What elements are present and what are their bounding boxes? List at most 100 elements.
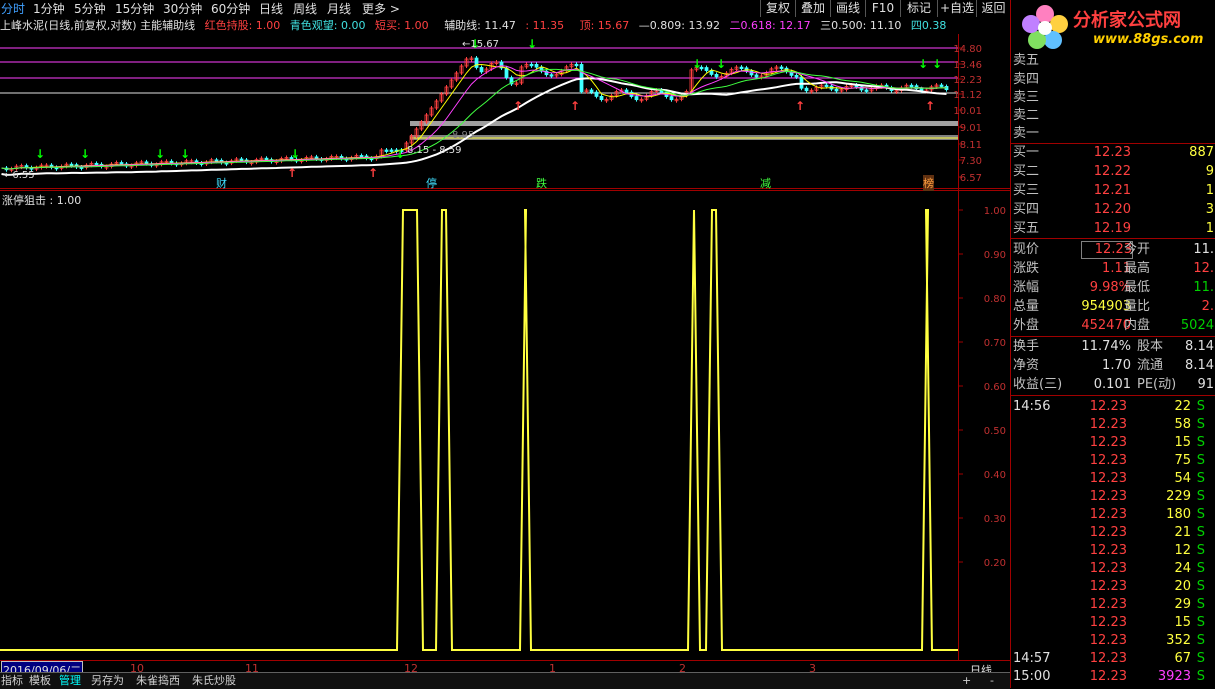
tick-price: 12.23 bbox=[1089, 579, 1127, 594]
price-axis-label: 9.01 bbox=[960, 123, 982, 134]
stats-row-eps: 收益(三) 0.101 PE(动) 91 bbox=[1011, 376, 1215, 394]
kline-chart[interactable]: ↓ ↓ ↓ ↓ ↓ ↓↓ ↓↓ ↓ ↓ ↓↑ ↑↑ ↑ ↑ ↑ 14.8013.4612.2311.121… bbox=[0, 0, 1010, 688]
tick-price: 12.23 bbox=[1089, 525, 1127, 540]
bid-volume: 3 bbox=[1205, 202, 1214, 217]
bid-price: 12.21 bbox=[1093, 183, 1131, 198]
tick-price: 12.23 bbox=[1089, 417, 1127, 432]
low-value: 6.55 bbox=[12, 170, 35, 181]
quote-label: 最低 bbox=[1124, 280, 1151, 295]
low-annotation: ←6.55 bbox=[4, 170, 35, 181]
tick-side: S bbox=[1196, 633, 1205, 648]
candle bbox=[864, 89, 869, 92]
bid-row-2[interactable]: 买二 12.22 9 bbox=[1011, 163, 1215, 181]
bid-row-5[interactable]: 买五 12.19 1 bbox=[1011, 220, 1215, 238]
tab-manage[interactable]: 管理 bbox=[59, 674, 81, 688]
total-shares: 8.14 bbox=[1185, 339, 1214, 354]
event-tag-board[interactable]: 榜 bbox=[923, 175, 934, 191]
tick-time: 14:57 bbox=[1013, 651, 1051, 666]
tick-side: S bbox=[1196, 597, 1205, 612]
buy-signal-icon: ↓ bbox=[692, 57, 702, 71]
candle bbox=[799, 76, 804, 89]
buy-signal-icon: ↓ bbox=[932, 57, 942, 71]
candle bbox=[264, 157, 269, 161]
event-tag-reduce[interactable]: 减 bbox=[760, 175, 771, 191]
quote-label: 最高 bbox=[1124, 261, 1151, 276]
turnover-rate: 11.74% bbox=[1081, 339, 1131, 354]
tick-side: S bbox=[1196, 579, 1205, 594]
ask-row-5[interactable]: 卖五 bbox=[1011, 52, 1215, 70]
tick-row: 14:56 12.23 22 S bbox=[1011, 398, 1215, 416]
tab-formula-2[interactable]: 朱氏炒股 bbox=[192, 674, 236, 688]
quote-label: 涨幅 bbox=[1013, 280, 1040, 295]
buy-signal-icon: ↓ bbox=[395, 147, 405, 161]
candle bbox=[939, 84, 944, 87]
tick-volume: 12 bbox=[1174, 543, 1191, 558]
bid-label: 买四 bbox=[1013, 202, 1040, 217]
volume-ratio: 2. bbox=[1201, 299, 1214, 314]
ask-row-2[interactable]: 卖二 bbox=[1011, 107, 1215, 125]
candle bbox=[634, 96, 639, 101]
tick-side: S bbox=[1196, 561, 1205, 576]
logo-url: www.88gs.com bbox=[1093, 32, 1204, 47]
buy-signal-icon: ↓ bbox=[716, 57, 726, 71]
sub-axis-label: 0.90 bbox=[984, 250, 1006, 261]
inner-volume: 5024 bbox=[1180, 318, 1214, 333]
tick-volume: 67 bbox=[1174, 651, 1191, 666]
tick-volume: 3923 bbox=[1157, 669, 1191, 684]
sub-axis-label: 0.50 bbox=[984, 426, 1006, 437]
candle bbox=[739, 66, 744, 70]
bid-row-4[interactable]: 买四 12.20 3 bbox=[1011, 201, 1215, 219]
tick-volume: 352 bbox=[1166, 633, 1191, 648]
tick-row: 15:00 12.23 3923 S bbox=[1011, 668, 1215, 686]
bottom-toolbar: 指标 模板 管理 另存为 朱雀捣西 朱氏炒股 + - bbox=[0, 672, 1010, 689]
tick-price: 12.23 bbox=[1089, 435, 1127, 450]
stats-row-turnover: 换手 11.74% 股本 8.14 bbox=[1011, 338, 1215, 356]
ask-row-1[interactable]: 卖一 bbox=[1011, 125, 1215, 143]
tick-volume: 180 bbox=[1166, 507, 1191, 522]
quote-panel: 分析家公式网 www.88gs.com 卖五 卖四 卖三 卖二 卖一 买一 12.… bbox=[1010, 0, 1215, 688]
quote-row-outer: 外盘 452470 内盘 5024 bbox=[1011, 317, 1215, 335]
stats-label: 收益(三) bbox=[1013, 377, 1063, 392]
candle bbox=[389, 149, 394, 152]
bid-volume: 9 bbox=[1205, 164, 1214, 179]
candle bbox=[214, 159, 219, 162]
tab-template[interactable]: 模板 bbox=[29, 674, 51, 688]
tab-indicator[interactable]: 指标 bbox=[1, 674, 23, 688]
bid-price: 12.20 bbox=[1093, 202, 1131, 217]
float-shares: 8.14 bbox=[1185, 358, 1214, 373]
candle bbox=[624, 89, 629, 93]
quote-row-change: 涨跌 1.11 最高 12. bbox=[1011, 260, 1215, 278]
quote-label: 总量 bbox=[1013, 299, 1040, 314]
buy-signal-icon: ↓ bbox=[180, 147, 190, 161]
tick-row: 12.23 15 S bbox=[1011, 434, 1215, 452]
price-axis-label: 7.30 bbox=[960, 156, 982, 167]
tab-formula-1[interactable]: 朱雀捣西 bbox=[136, 674, 180, 688]
tick-list[interactable]: 14:56 12.23 22 S 12.23 58 S 12.23 15 S 12.23 75 S 12.… bbox=[1011, 398, 1215, 688]
ask-label: 卖五 bbox=[1013, 53, 1040, 68]
tab-save-as[interactable]: 另存为 bbox=[91, 674, 124, 688]
candle bbox=[94, 162, 99, 166]
ask-row-3[interactable]: 卖三 bbox=[1011, 89, 1215, 107]
sub-axis-label: 1.00 bbox=[984, 206, 1006, 217]
bid-row-3[interactable]: 买三 12.21 1 bbox=[1011, 182, 1215, 200]
event-tag-drop[interactable]: 跌 bbox=[536, 175, 547, 191]
event-tag-finance[interactable]: 财 bbox=[216, 175, 227, 191]
stats-row-nav: 净资 1.70 流通 8.14 bbox=[1011, 357, 1215, 375]
tick-side: S bbox=[1196, 489, 1205, 504]
event-tag-suspend[interactable]: 停 bbox=[426, 175, 437, 191]
tick-side: S bbox=[1196, 651, 1205, 666]
ask-row-4[interactable]: 卖四 bbox=[1011, 71, 1215, 89]
logo-name: 分析家公式网 bbox=[1073, 10, 1181, 31]
bid-volume: 887 bbox=[1189, 145, 1214, 160]
zoom-out-button[interactable]: - bbox=[990, 674, 994, 688]
stats-label: 股本 bbox=[1137, 339, 1164, 354]
bid-row-1[interactable]: 买一 12.23 887 bbox=[1011, 144, 1215, 162]
zoom-in-button[interactable]: + bbox=[962, 674, 971, 688]
candle bbox=[529, 63, 534, 67]
net-asset: 1.70 bbox=[1102, 358, 1131, 373]
candle bbox=[834, 88, 839, 92]
tick-volume: 229 bbox=[1166, 489, 1191, 504]
tick-price: 12.23 bbox=[1089, 651, 1127, 666]
candle bbox=[384, 149, 389, 152]
tick-volume: 15 bbox=[1174, 615, 1191, 630]
